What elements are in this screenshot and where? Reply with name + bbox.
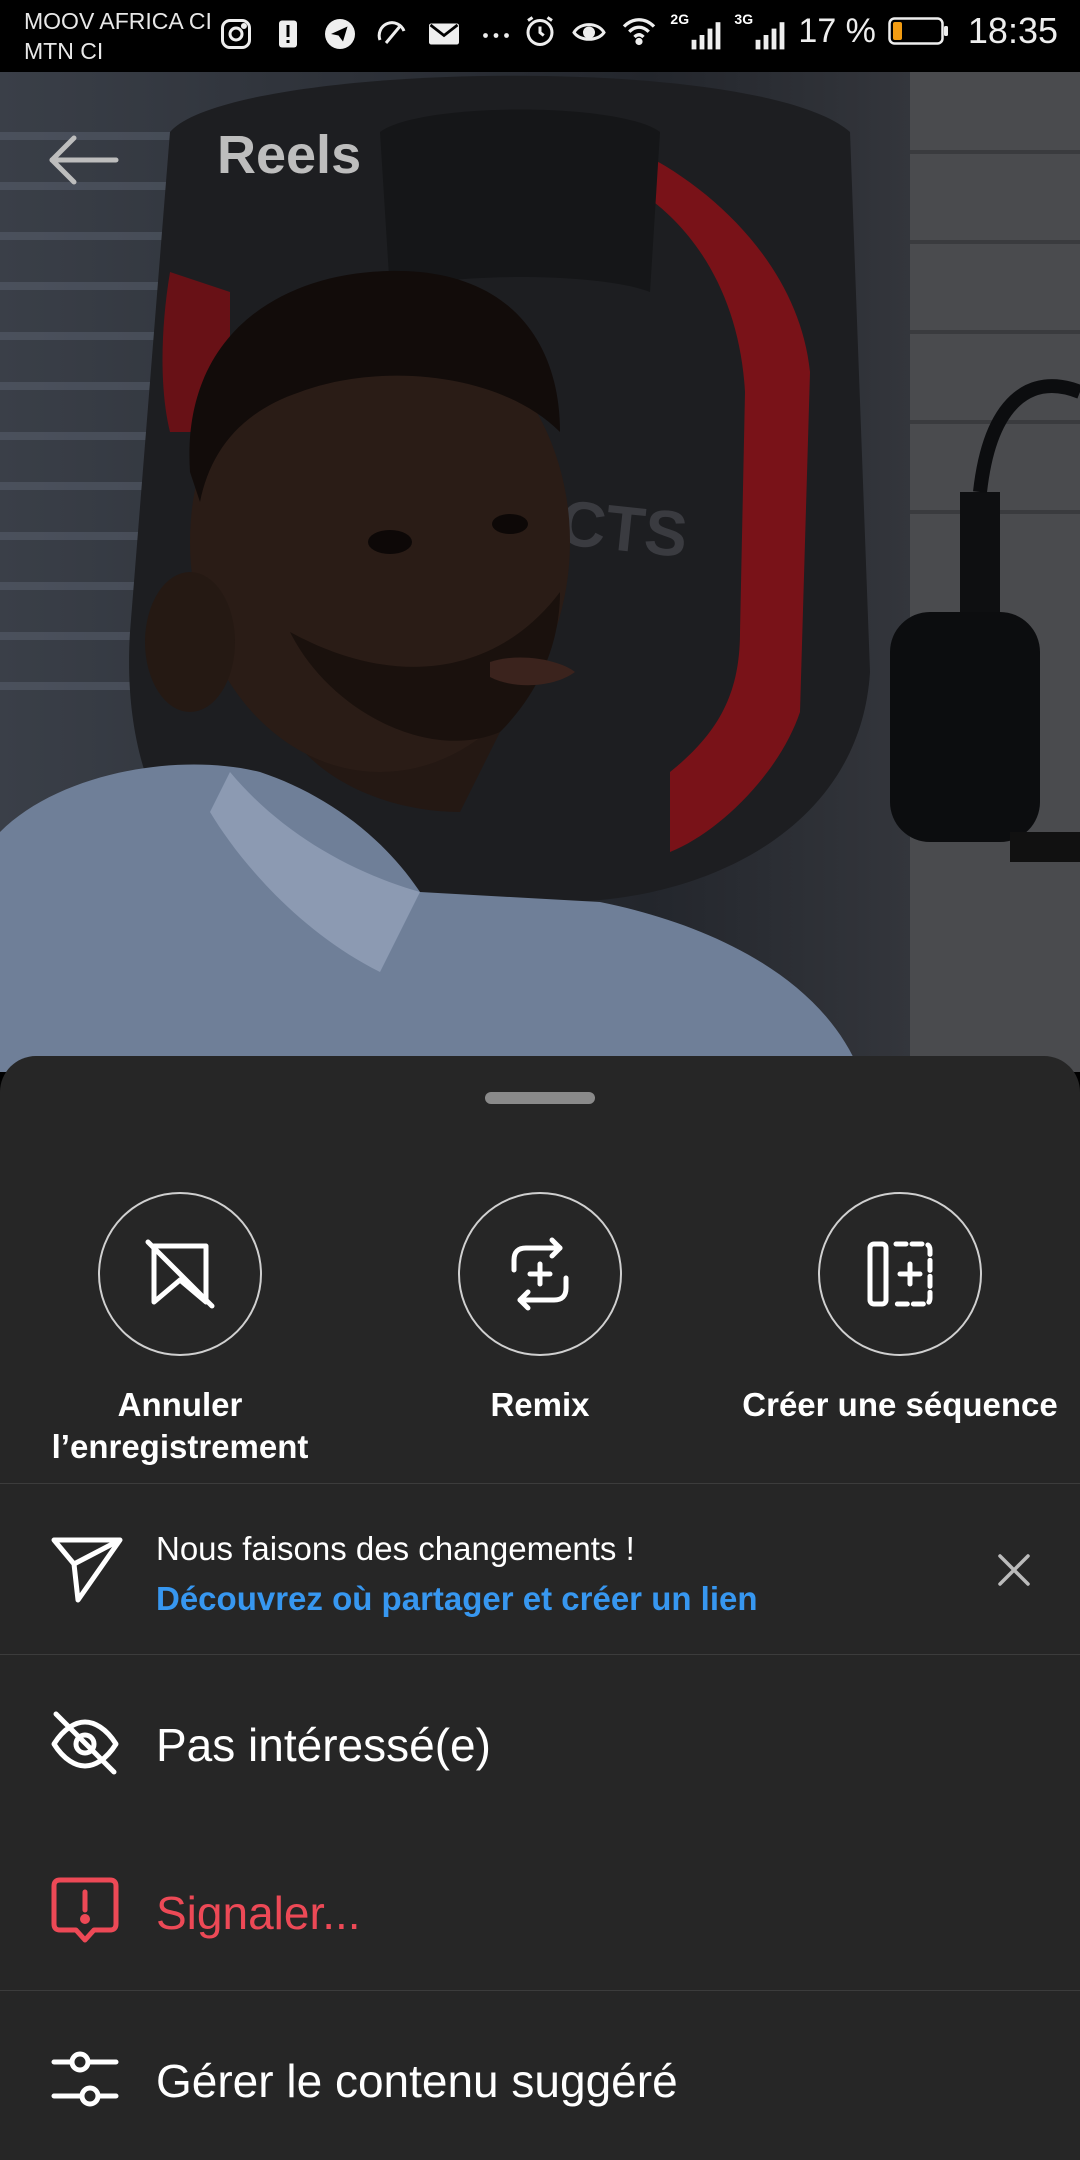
manage-suggested-item[interactable]: Gérer le contenu suggéré	[0, 2004, 1080, 2154]
signal-bars-icon	[756, 22, 785, 50]
manage-suggested-label: Gérer le contenu suggéré	[156, 2055, 678, 2107]
signal-2g: 2G	[670, 11, 722, 51]
instagram-icon	[221, 19, 251, 49]
unsave-label-line-1: Annuler	[117, 1386, 243, 1423]
not-interested-label: Pas intéressé(e)	[156, 1719, 491, 1771]
alarm-icon	[526, 16, 554, 46]
report-label: Signaler...	[156, 1887, 361, 1939]
network-type-2: 3G	[734, 11, 754, 27]
network-type-1: 2G	[670, 11, 690, 27]
carrier-1: MOOV AFRICA CI	[24, 8, 212, 34]
back-arrow-icon[interactable]	[46, 132, 122, 188]
remix-label: Remix	[490, 1386, 590, 1423]
wifi-icon	[623, 18, 656, 46]
divider	[0, 1990, 1080, 1991]
unsave-button[interactable]	[98, 1192, 262, 1356]
page-title: Reels	[217, 125, 362, 185]
telegram-icon	[325, 19, 355, 49]
unsave-action[interactable]: Annuler l’enregistrement	[0, 1192, 360, 1468]
divider	[0, 1654, 1080, 1655]
signal-bars-icon	[692, 22, 721, 50]
sliders-icon	[51, 2051, 119, 2107]
create-sequence-icon	[867, 1241, 933, 1307]
more-dots-icon	[483, 33, 509, 38]
reels-header: Reels	[0, 72, 1080, 242]
signal-3g: 3G	[734, 11, 786, 51]
eye-comfort-icon	[572, 23, 607, 41]
loading-app-icon	[377, 21, 406, 44]
not-interested-item[interactable]: Pas intéressé(e)	[0, 1668, 1080, 1818]
create-sequence-button[interactable]	[818, 1192, 982, 1356]
mail-icon	[429, 23, 459, 45]
drag-handle[interactable]	[485, 1092, 595, 1104]
system-indicators: 2G 3G 17 % 18:35	[522, 10, 1058, 52]
unsave-bookmark-icon	[145, 1239, 215, 1309]
send-icon	[51, 1537, 123, 1603]
report-item[interactable]: Signaler...	[0, 1836, 1080, 1986]
create-sequence-label: Créer une séquence	[742, 1386, 1058, 1423]
unsave-label: Annuler l’enregistrement	[0, 1384, 360, 1468]
notice-link[interactable]: Découvrez où partager et créer un lien	[156, 1580, 758, 1618]
eye-off-icon	[51, 1711, 119, 1775]
remix-icon	[511, 1237, 569, 1311]
remix-action[interactable]: Remix	[360, 1192, 720, 1426]
battery-percent: 17 %	[798, 11, 876, 50]
notice-title: Nous faisons des changements !	[156, 1530, 635, 1567]
carrier-names: MOOV AFRICA CI MTN CI	[24, 6, 212, 66]
close-icon[interactable]	[994, 1550, 1034, 1590]
changes-notice: Nous faisons des changements ! Découvrez…	[0, 1484, 1080, 1654]
carrier-2: MTN CI	[24, 38, 104, 64]
remix-button[interactable]	[458, 1192, 622, 1356]
unsave-label-line-2: l’enregistrement	[51, 1428, 309, 1465]
clock: 18:35	[967, 10, 1058, 51]
alert-icon	[279, 20, 297, 48]
battery-icon	[888, 17, 948, 45]
notification-icons	[218, 16, 514, 52]
create-sequence-action[interactable]: Créer une séquence	[720, 1192, 1080, 1426]
status-bar: MOOV AFRICA CI MTN CI 2G 3G 17 % 18:35	[0, 0, 1080, 72]
report-icon	[51, 1877, 119, 1943]
